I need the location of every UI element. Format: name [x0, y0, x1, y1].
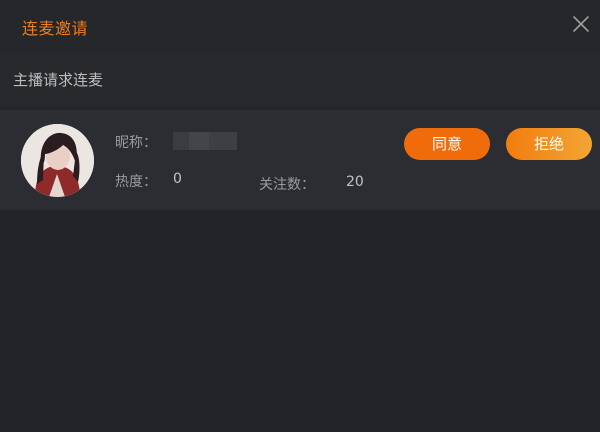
followers-label: 关注数： [259, 177, 315, 193]
heat-value: 0 [173, 171, 182, 187]
request-header: 主播请求连麦 [0, 52, 600, 107]
request-row: 昵称： 热度： 0 关注数： 20 同意 拒绝 [0, 110, 600, 210]
avatar [21, 124, 94, 197]
title-bar: 连麦邀请 [0, 0, 600, 52]
request-subtitle: 主播请求连麦 [13, 71, 104, 89]
nickname-value-redacted [173, 132, 237, 150]
reject-button[interactable]: 拒绝 [506, 128, 592, 160]
nickname-label: 昵称： [115, 135, 157, 151]
dialog-title: 连麦邀请 [22, 19, 89, 38]
close-icon[interactable] [571, 14, 591, 34]
heat-label: 热度： [115, 174, 157, 190]
co-host-invite-dialog: 连麦邀请 主播请求连麦 昵称： 热度： 0 关注数： 20 同意 拒绝 [0, 0, 600, 432]
agree-button[interactable]: 同意 [404, 128, 490, 160]
followers-value: 20 [346, 174, 364, 190]
